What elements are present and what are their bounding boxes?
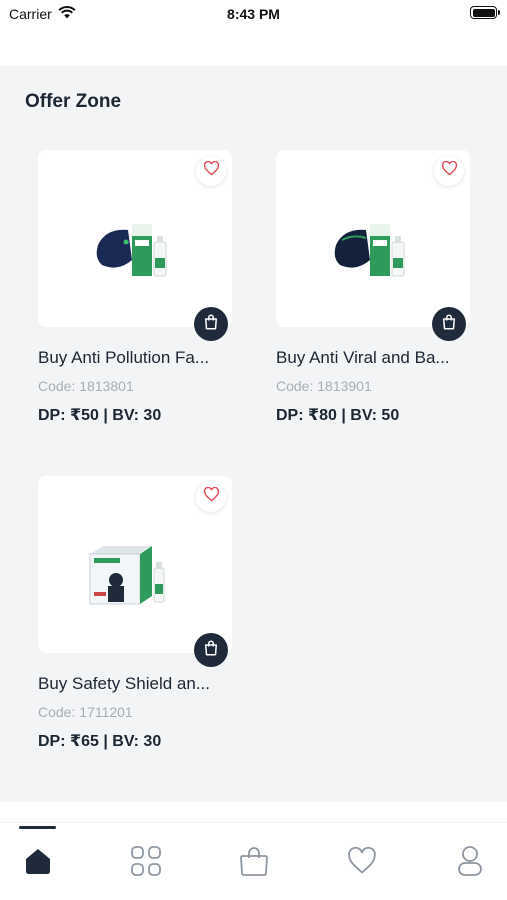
section-title: Offer Zone	[25, 91, 122, 112]
bag-icon	[239, 845, 269, 882]
product-price: DP: ₹80 | BV: 50	[276, 407, 400, 424]
status-bar: Carrier 8:43 PM	[0, 0, 507, 28]
product-price: DP: ₹50 | BV: 30	[38, 407, 162, 424]
nav-categories[interactable]	[129, 845, 163, 882]
product-title[interactable]: Buy Anti Pollution Fa...	[38, 348, 234, 368]
product-code: Code: 1813801	[38, 378, 134, 394]
nav-home[interactable]	[21, 846, 55, 880]
heart-icon	[346, 846, 378, 880]
product-title[interactable]: Buy Safety Shield an...	[38, 674, 234, 694]
nav-divider	[0, 822, 507, 823]
product-card[interactable]: Buy Anti Pollution Fa... Code: 1813801 D…	[38, 150, 234, 425]
battery-icon	[470, 6, 500, 19]
product-card[interactable]: Buy Anti Viral and Ba... Code: 1813901 D…	[276, 150, 472, 425]
heart-icon	[203, 160, 220, 181]
add-to-cart-button[interactable]	[194, 307, 228, 341]
home-icon	[23, 847, 53, 880]
product-image-container[interactable]	[38, 476, 232, 667]
heart-icon	[441, 160, 458, 181]
favorite-button[interactable]	[196, 482, 226, 512]
product-title[interactable]: Buy Anti Viral and Ba...	[276, 348, 472, 368]
status-time: 8:43 PM	[227, 6, 280, 22]
product-price: DP: ₹65 | BV: 30	[38, 733, 162, 750]
nav-profile[interactable]	[453, 845, 487, 882]
product-image-container[interactable]	[276, 150, 470, 341]
heart-icon	[203, 486, 220, 507]
active-tab-indicator	[19, 826, 56, 829]
categories-icon	[130, 845, 162, 882]
mask-and-spray-product-image	[326, 210, 416, 295]
favorite-button[interactable]	[196, 156, 226, 186]
bottom-navigation	[0, 802, 507, 900]
product-card[interactable]: Buy Safety Shield an... Code: 1711201 DP…	[38, 476, 234, 751]
offer-zone-content[interactable]: Offer Zone Buy Anti Pollution Fa... Code…	[0, 66, 507, 802]
nav-cart[interactable]	[237, 846, 271, 880]
product-image-container[interactable]	[38, 150, 232, 341]
profile-icon	[457, 845, 483, 882]
product-code: Code: 1813901	[276, 378, 372, 394]
bag-icon	[202, 639, 220, 662]
favorite-button[interactable]	[434, 156, 464, 186]
product-code: Code: 1711201	[38, 704, 133, 720]
mask-and-spray-product-image	[88, 210, 178, 295]
bag-icon	[202, 313, 220, 336]
bag-icon	[440, 313, 458, 336]
add-to-cart-button[interactable]	[432, 307, 466, 341]
add-to-cart-button[interactable]	[194, 633, 228, 667]
safety-shield-box-product-image	[88, 542, 180, 619]
nav-wishlist[interactable]	[345, 846, 379, 880]
